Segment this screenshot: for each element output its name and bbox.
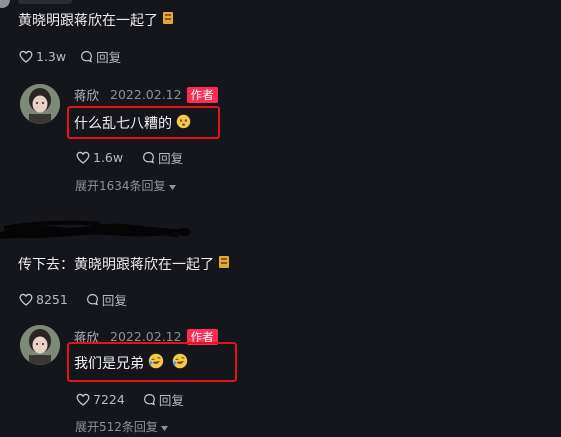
reply-2-text-row: 我们是兄弟 xyxy=(74,353,188,373)
speech-bubble-icon xyxy=(143,393,156,406)
reply-button[interactable]: 回复 xyxy=(142,148,183,167)
speech-bubble-icon xyxy=(86,293,99,306)
like-button[interactable]: 1.3w xyxy=(19,49,66,64)
author-name[interactable]: 蒋欣 xyxy=(74,85,99,104)
avatar[interactable] xyxy=(20,325,60,365)
reply-1-header: 蒋欣 2022.02.12 作者 xyxy=(74,85,218,104)
reply-1-meta: 1.6w 回复 xyxy=(76,148,183,167)
dizzy-face-emoji-icon xyxy=(176,114,191,133)
comment-2-text-row: 传下去：黄晓明跟蒋欣在一起了 xyxy=(18,254,230,274)
like-count: 7224 xyxy=(93,392,125,407)
reply-label: 回复 xyxy=(158,151,184,166)
cropped-avatar xyxy=(0,0,10,8)
badge-emoji-icon xyxy=(218,255,230,273)
heart-icon xyxy=(76,393,90,406)
like-count: 8251 xyxy=(36,292,68,307)
reply-button[interactable]: 回复 xyxy=(80,47,121,66)
rolling-laughing-emoji-icon xyxy=(148,353,164,373)
reply-label: 回复 xyxy=(158,393,184,408)
caret-down-icon xyxy=(160,420,168,434)
reply-button[interactable]: 回复 xyxy=(86,290,127,309)
comment-2-text: 传下去：黄晓明跟蒋欣在一起了 xyxy=(18,257,214,273)
rolling-laughing-emoji-icon xyxy=(172,353,188,373)
like-count: 1.3w xyxy=(36,49,67,64)
speech-bubble-icon xyxy=(142,151,155,164)
like-button[interactable]: 7224 xyxy=(76,392,125,407)
expand-replies-label: 展开512条回复 xyxy=(75,420,158,434)
reply-button[interactable]: 回复 xyxy=(143,390,184,409)
author-badge: 作者 xyxy=(186,86,218,103)
reply-2-meta: 7224 回复 xyxy=(76,390,184,409)
avatar[interactable] xyxy=(20,84,60,124)
comment-2-meta: 8251 回复 xyxy=(19,290,127,309)
heart-icon xyxy=(19,50,33,63)
expand-replies-button[interactable]: 展开1634条回复 xyxy=(75,177,176,194)
cropped-username xyxy=(18,0,72,4)
speech-bubble-icon xyxy=(80,50,93,63)
redacted-username-scribble xyxy=(0,218,200,244)
like-button[interactable]: 1.6w xyxy=(76,150,123,165)
heart-icon xyxy=(76,151,90,164)
heart-icon xyxy=(19,293,33,306)
comment-1-text: 黄晓明跟蒋欣在一起了 xyxy=(18,13,158,29)
expand-replies-label: 展开1634条回复 xyxy=(75,179,166,193)
caret-down-icon xyxy=(168,179,176,193)
reply-label: 回复 xyxy=(96,50,122,65)
reply-date: 2022.02.12 xyxy=(110,87,182,102)
expand-replies-button[interactable]: 展开512条回复 xyxy=(75,418,168,435)
reply-1-text-row: 什么乱七八糟的 xyxy=(74,113,191,133)
reply-text: 我们是兄弟 xyxy=(74,356,144,372)
badge-emoji-icon xyxy=(162,11,174,29)
reply-label: 回复 xyxy=(101,293,127,308)
like-count: 1.6w xyxy=(93,150,124,165)
comment-1-meta: 1.3w 回复 xyxy=(19,47,121,66)
comment-1-text-row: 黄晓明跟蒋欣在一起了 xyxy=(18,10,174,30)
like-button[interactable]: 8251 xyxy=(19,292,68,307)
reply-text: 什么乱七八糟的 xyxy=(74,116,172,132)
